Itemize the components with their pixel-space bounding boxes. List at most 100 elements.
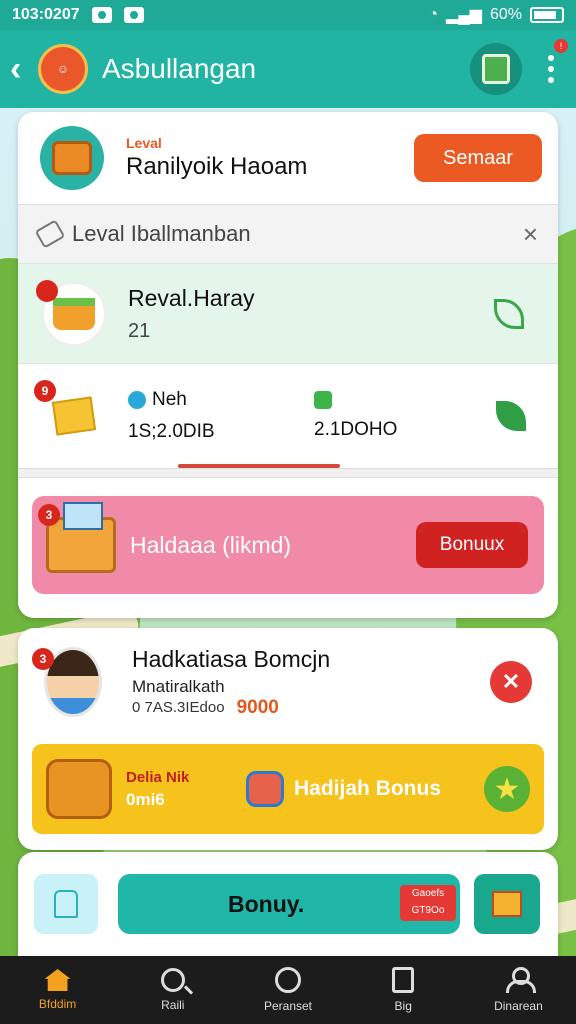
user-badge: 3 <box>32 648 54 670</box>
explore-icon <box>275 967 301 993</box>
promo-title: Haldaaa (likmd) <box>130 531 292 558</box>
bonus-action-label: Bonuy. <box>228 890 305 917</box>
bonus-small: Delia Nik <box>126 768 190 786</box>
level-label: Leval <box>126 135 162 151</box>
nav-profile[interactable]: Dinarean <box>461 956 576 1024</box>
stat-left-label: Neh <box>152 389 187 410</box>
notification-dot: ! <box>554 39 568 53</box>
reward-badge <box>36 279 58 302</box>
user-text: Hadkatiasa Bomcjn Mnatiralkath 0 7AS.3IE… <box>132 646 490 719</box>
user-coins: 9000 <box>236 696 279 718</box>
bottom-nav: Bfddim Raili Peranset Big Dinarean <box>0 956 576 1024</box>
promo-banner[interactable]: 3 Haldaaa (likmd) Bonuux <box>32 496 544 594</box>
nav-search[interactable]: Raili <box>115 956 230 1024</box>
level-text: Leval Ranilyoik Haoam <box>126 135 414 181</box>
glove-icon <box>54 890 78 918</box>
chest-icon <box>40 126 104 190</box>
sale-tag: Gaoefs GT9Oo <box>400 885 456 921</box>
app-logo: ☺ <box>38 44 88 94</box>
promo-badge: 3 <box>38 504 60 526</box>
basket-icon <box>36 279 106 346</box>
app-bar: ‹ ☺ Asbullangan ! <box>0 30 576 108</box>
user-subtitle: Mnatiralkath <box>132 676 225 696</box>
person-icon <box>506 967 537 993</box>
chest-screen-icon <box>46 502 116 573</box>
reward-value: 21 <box>128 319 151 342</box>
bonus-banner[interactable]: Delia Nik 0mi6 Hadijah Bonus ★ <box>32 744 544 834</box>
status-time: 103:0207 <box>12 6 80 23</box>
status-bar: 103:0207 ◔ ▂▄▆ 60% <box>0 0 576 30</box>
dot <box>548 55 554 61</box>
document-button[interactable] <box>470 43 522 95</box>
level-card: Leval Ranilyoik Haoam Semaar Leval Iball… <box>18 112 558 618</box>
nav-home[interactable]: Bfddim <box>0 956 115 1024</box>
stat-right-value: 2.1DOHO <box>314 419 398 440</box>
action-card: Bonuy. Gaoefs GT9Oo <box>18 852 558 956</box>
signal-icon: ▂▄▆ <box>446 7 482 24</box>
stats-badge: 9 <box>34 380 56 402</box>
sale-line1: Gaoefs <box>411 888 445 899</box>
gift-box-icon <box>492 891 522 917</box>
level-header: Leval Ranilyoik Haoam Semaar <box>18 112 558 204</box>
battery-percent: 60% <box>489 6 522 23</box>
tag-icon <box>34 219 66 249</box>
nav-explore[interactable]: Peranset <box>230 956 345 1024</box>
wifi-icon: ◔ <box>428 6 439 23</box>
bonus-title: Hadijah Bonus <box>294 777 442 800</box>
nav-profile-label: Dinarean <box>494 999 543 1013</box>
close-icon[interactable]: × <box>523 219 538 250</box>
edit-icon <box>314 391 332 409</box>
home-icon <box>44 969 71 991</box>
notification-icon <box>91 7 112 23</box>
nav-home-label: Bfddim <box>38 997 77 1011</box>
leaf-icon[interactable] <box>494 298 524 329</box>
box-icon: 9 <box>34 380 106 448</box>
gift-box-button[interactable] <box>474 874 540 934</box>
more-icon[interactable]: ! <box>548 39 568 83</box>
back-icon[interactable]: ‹ <box>10 50 34 89</box>
user-name: Hadkatiasa Bomcjn <box>132 645 331 672</box>
status-right: ◔ ▂▄▆ 60% <box>428 5 564 25</box>
nav-doc-label: Big <box>394 999 412 1013</box>
stats-row[interactable]: 9 Neh 1S;2.0DIB 2.1DOHO <box>18 364 558 468</box>
document-icon <box>482 54 510 84</box>
promo-button[interactable]: Bonuux <box>416 522 528 568</box>
bonus-left: Delia Nik 0mi6 <box>126 769 246 810</box>
stat-left: Neh 1S;2.0DIB <box>128 389 308 443</box>
battery-icon <box>530 7 564 23</box>
nav-doc[interactable]: Big <box>346 956 461 1024</box>
bonus-action-button[interactable]: Bonuy. Gaoefs GT9Oo <box>118 874 460 934</box>
app-title: Asbullangan <box>102 53 257 84</box>
user-row[interactable]: 3 Hadkatiasa Bomcjn Mnatiralkath 0 7AS.3… <box>18 628 558 736</box>
arrow-leaf-icon[interactable] <box>496 401 526 431</box>
stat-right: 2.1DOHO <box>314 391 494 441</box>
dot <box>548 66 554 72</box>
gift-icon <box>46 759 112 819</box>
progress-indicator <box>178 464 340 468</box>
trophy-icon <box>246 771 284 807</box>
info-icon <box>128 391 146 409</box>
level-title: Ranilyoik Haoam <box>126 153 308 180</box>
user-card: 3 Hadkatiasa Bomcjn Mnatiralkath 0 7AS.3… <box>18 628 558 850</box>
reward-title: Reval.Haray <box>128 284 255 311</box>
user-meta: 0 7AS.3IEdoo 9000 <box>132 697 490 719</box>
search-icon <box>160 968 185 992</box>
reward-row[interactable]: Reval.Haray 21 <box>18 264 558 364</box>
filter-row[interactable]: Leval Iballmanban × <box>18 204 558 264</box>
reward-text: Reval.Haray 21 <box>128 285 494 343</box>
nav-explore-label: Peranset <box>263 999 313 1013</box>
level-action-button[interactable]: Semaar <box>414 134 542 182</box>
divider <box>18 468 558 478</box>
star-icon[interactable]: ★ <box>484 766 530 812</box>
glove-button[interactable] <box>34 874 98 934</box>
stat-left-value: 1S;2.0DIB <box>128 421 215 442</box>
sale-line2: GT9Oo <box>411 905 445 916</box>
dismiss-icon[interactable]: ✕ <box>490 661 532 703</box>
dot <box>548 77 554 83</box>
doc-icon <box>392 967 415 993</box>
user-meta-text: 0 7AS.3IEdoo <box>132 699 225 716</box>
calendar-icon <box>123 7 144 23</box>
nav-search-label: Raili <box>161 998 185 1012</box>
filter-label: Leval Iballmanban <box>72 221 251 246</box>
bonus-sub: 0mi6 <box>126 789 165 809</box>
